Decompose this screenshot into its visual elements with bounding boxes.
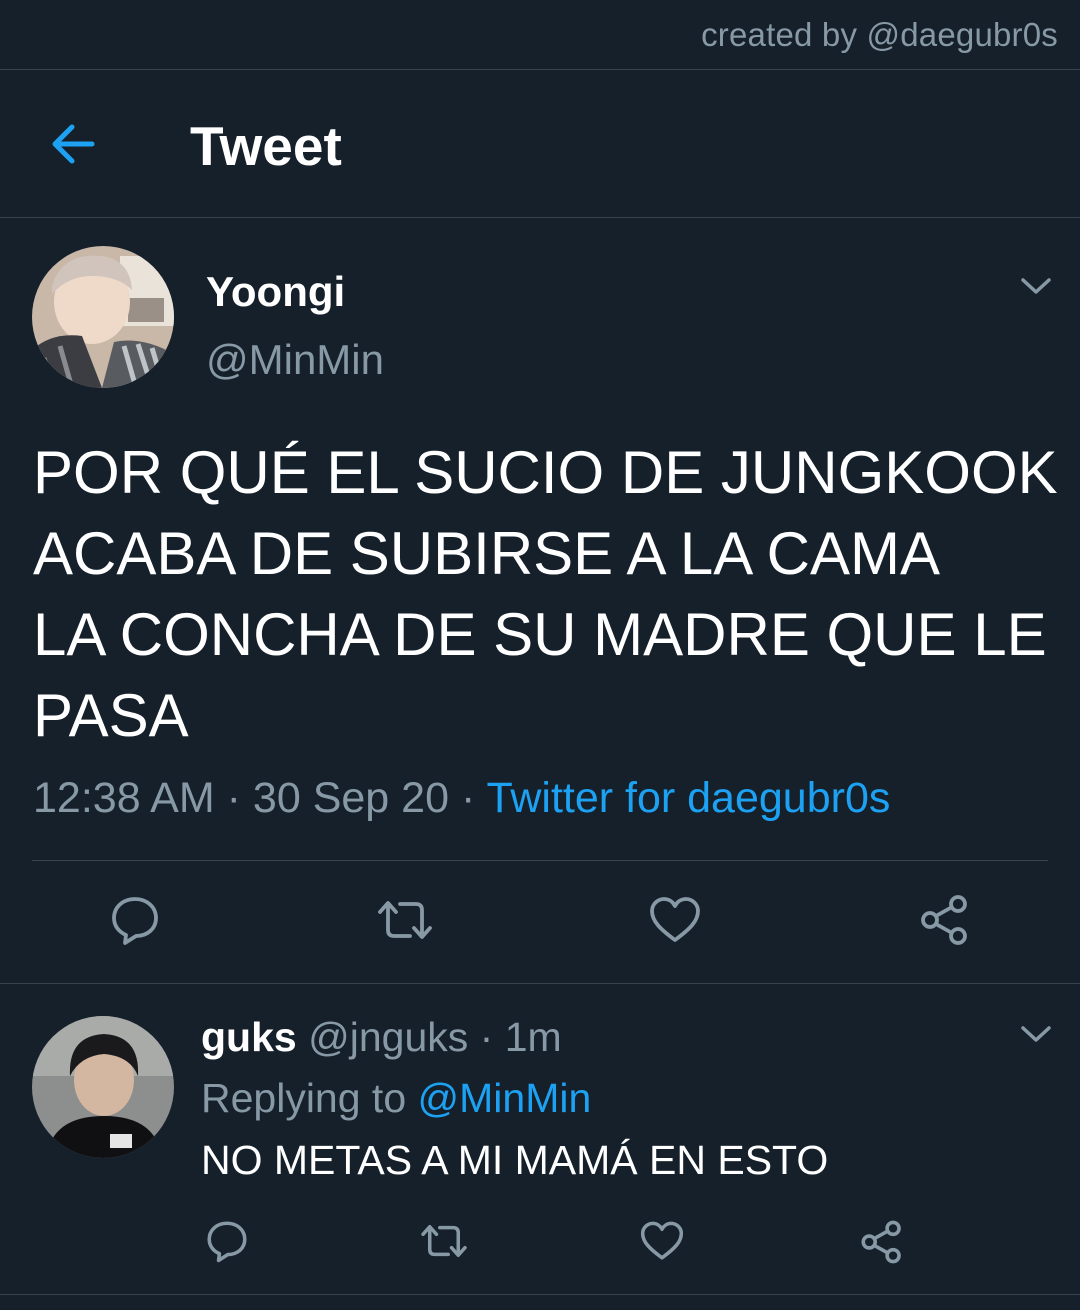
reply-time: 1m: [504, 1014, 562, 1060]
retweet-button[interactable]: [372, 890, 438, 950]
reply-text: NO METAS A MI MAMÁ EN ESTO: [201, 1137, 829, 1183]
reply-retweet-button[interactable]: [414, 1216, 474, 1266]
reply-author-handle[interactable]: @jnguks: [308, 1014, 468, 1060]
arrow-left-icon: [52, 124, 95, 164]
avatar[interactable]: [32, 246, 174, 388]
like-icon: [650, 897, 700, 942]
share-icon: [861, 1220, 901, 1264]
meta-separator: ·: [460, 774, 476, 822]
reply-header: guks @jnguks · 1m: [201, 1014, 562, 1061]
reply-icon: [112, 897, 158, 945]
divider: [0, 983, 1080, 984]
reply-button[interactable]: [104, 890, 166, 950]
reply-like-button[interactable]: [634, 1216, 690, 1266]
meta-separator: ·: [479, 1014, 494, 1060]
divider: [0, 217, 1080, 218]
replying-to-handle-link[interactable]: @MinMin: [418, 1075, 592, 1121]
reply-avatar[interactable]: [32, 1016, 174, 1158]
author-name[interactable]: Yoongi: [206, 268, 345, 316]
reply-author-name[interactable]: guks: [201, 1014, 297, 1060]
credit-watermark: created by @daegubr0s: [701, 16, 1058, 53]
avatar-photo: [32, 1016, 174, 1158]
reply-more-options-button[interactable]: [1019, 1024, 1053, 1044]
tweet-meta: 12:38 AM · 30 Sep 20 · Twitter for daegu…: [33, 774, 890, 823]
meta-separator: ·: [226, 774, 241, 822]
reply-icon: [207, 1221, 247, 1263]
back-button[interactable]: [46, 118, 102, 170]
chevron-down-icon: [1021, 1026, 1051, 1042]
more-options-button[interactable]: [1019, 276, 1053, 296]
tweet-source-link[interactable]: Twitter for daegubr0s: [486, 774, 890, 822]
share-button[interactable]: [914, 890, 976, 950]
reply-share-button[interactable]: [854, 1216, 910, 1268]
replying-to: Replying to @MinMin: [201, 1075, 591, 1122]
avatar-photo: [32, 246, 174, 388]
tweet-date: 30 Sep 20: [252, 774, 449, 822]
top-bar: Tweet: [0, 70, 1080, 217]
retweet-icon: [378, 901, 432, 939]
divider: [0, 1294, 1080, 1295]
replying-to-label: Replying to: [201, 1075, 407, 1121]
reply-reply-button[interactable]: [200, 1216, 254, 1266]
like-button[interactable]: [644, 890, 706, 950]
page-title: Tweet: [190, 115, 342, 177]
like-icon: [640, 1221, 684, 1260]
author-handle[interactable]: @MinMin: [206, 336, 384, 384]
tweet-text: POR QUÉ EL SUCIO DE JUNGKOOK ACABA DE SU…: [33, 439, 1058, 749]
tweet-time: 12:38 AM: [33, 774, 215, 822]
share-icon: [921, 895, 967, 945]
chevron-down-icon: [1021, 278, 1051, 294]
tweet-detail-screen: created by @daegubr0s Tweet Yoongi @MinM…: [0, 0, 1080, 1310]
divider: [32, 860, 1048, 861]
retweet-icon: [421, 1224, 467, 1258]
